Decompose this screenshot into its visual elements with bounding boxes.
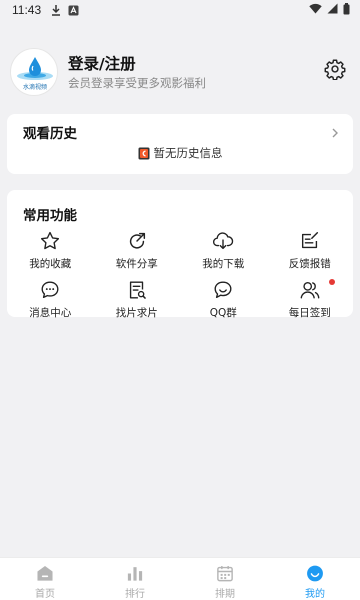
profile-header: 水滴视频 登录/注册 会员登录享受更多观影福利 [0, 40, 360, 110]
bottom-tab-bar: 首页 排行 排期 我的 [0, 557, 360, 600]
feature-label: 找片求片 [115, 307, 158, 319]
profile-subtitle: 会员登录享受更多观影福利 [68, 76, 206, 90]
download-status-icon [51, 4, 61, 16]
feature-label: 每日签到 [288, 307, 331, 319]
common-features-card: 常用功能 我的收藏 软件分享 我的下载 反馈报错 消息中心 找片求片 QQ群 每… [7, 190, 353, 320]
feature-label: 反馈报错 [288, 258, 331, 270]
feature-share[interactable]: 软件分享 [94, 230, 181, 271]
home-icon [37, 565, 53, 581]
feature-label: 消息中心 [29, 307, 72, 319]
tab-home[interactable]: 首页 [0, 558, 90, 600]
feature-messages[interactable]: 消息中心 [7, 279, 94, 320]
notification-badge [329, 279, 335, 285]
tab-mine[interactable]: 我的 [270, 558, 360, 600]
smile-icon [307, 565, 323, 582]
chevron-right-icon[interactable] [331, 124, 339, 138]
chat-group-icon [214, 281, 232, 299]
feature-label: 软件分享 [115, 258, 158, 270]
ranking-icon [127, 567, 143, 581]
feature-label: QQ群 [209, 307, 237, 319]
feature-feedback[interactable]: 反馈报错 [267, 230, 354, 271]
signal-icon [327, 3, 338, 17]
share-icon [129, 232, 145, 249]
tab-ranking[interactable]: 排行 [90, 558, 180, 600]
status-bar: 11:43 [0, 0, 360, 20]
watch-history-card[interactable]: 观看历史 暂无历史信息 [7, 114, 353, 174]
history-title: 观看历史 [23, 126, 77, 142]
feature-daily-checkin[interactable]: 每日签到 [267, 279, 354, 320]
feature-favorites[interactable]: 我的收藏 [7, 230, 94, 271]
history-empty-text: 暂无历史信息 [153, 146, 223, 160]
water-drop-logo-icon: 水滴视频 [17, 57, 53, 91]
feature-downloads[interactable]: 我的下载 [180, 230, 267, 271]
app-notification-icon [68, 5, 79, 16]
history-empty-state: 暂无历史信息 [7, 145, 353, 161]
users-icon [300, 281, 320, 299]
tab-schedule[interactable]: 排期 [180, 558, 270, 600]
login-register-link[interactable]: 登录/注册 [68, 52, 136, 74]
message-icon [41, 281, 59, 299]
feedback-icon [301, 232, 318, 249]
tab-label: 首页 [35, 589, 55, 600]
star-icon [41, 231, 60, 250]
svg-text:水滴视频: 水滴视频 [23, 83, 47, 91]
cloud-download-icon [213, 232, 234, 250]
status-time: 11:43 [12, 3, 42, 17]
battery-icon [343, 2, 350, 18]
feature-label: 我的下载 [202, 258, 245, 270]
tab-label: 我的 [305, 589, 325, 600]
avatar[interactable]: 水滴视频 [10, 48, 58, 96]
features-title: 常用功能 [23, 208, 77, 224]
wifi-icon [309, 3, 322, 17]
feature-qq-group[interactable]: QQ群 [180, 279, 267, 320]
calendar-icon [217, 565, 233, 582]
feature-label: 我的收藏 [29, 258, 72, 270]
search-film-icon [129, 281, 146, 299]
tab-label: 排行 [125, 589, 145, 600]
feature-request-film[interactable]: 找片求片 [94, 279, 181, 320]
empty-history-icon [138, 147, 150, 160]
tab-label: 排期 [215, 589, 235, 600]
settings-gear-icon[interactable] [324, 58, 346, 81]
features-grid: 我的收藏 软件分享 我的下载 反馈报错 消息中心 找片求片 QQ群 每日签到 [7, 230, 353, 320]
